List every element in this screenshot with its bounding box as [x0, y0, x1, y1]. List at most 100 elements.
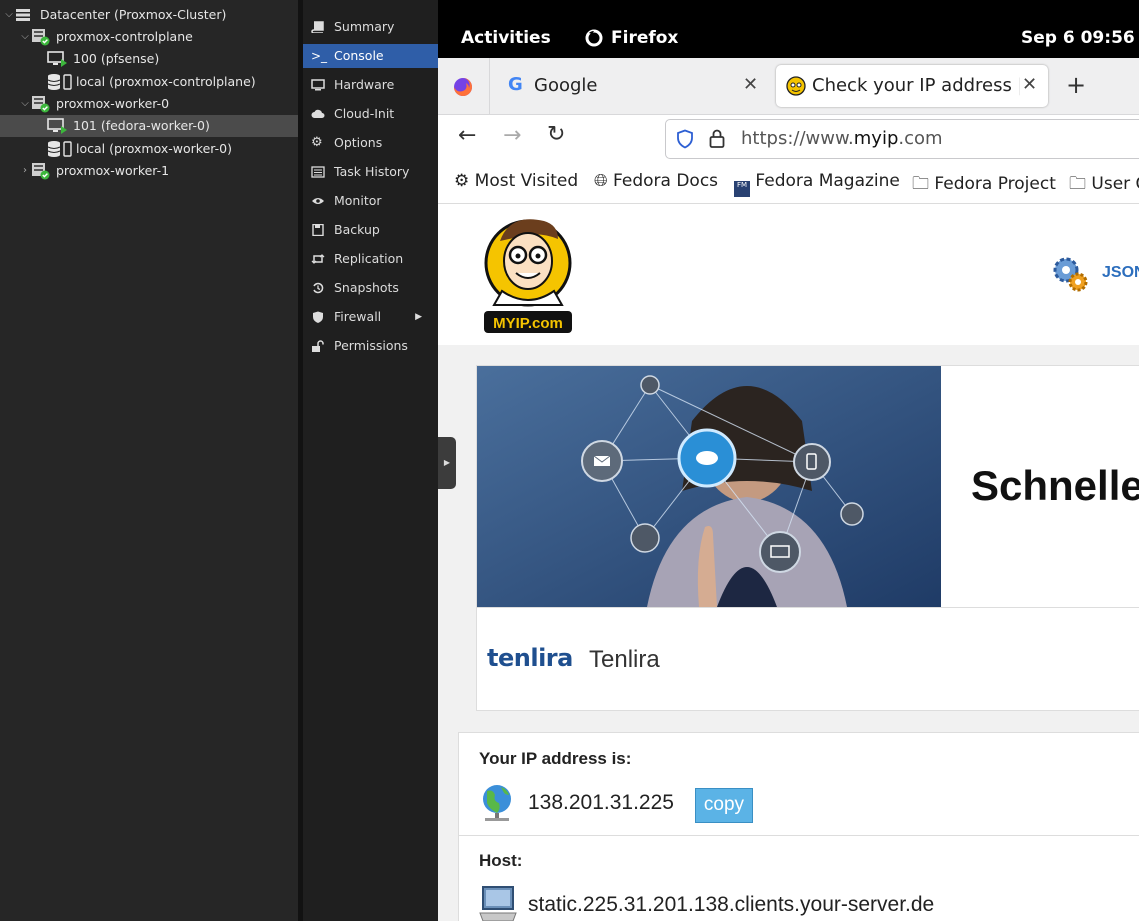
- datacenter-icon: [16, 9, 30, 21]
- bookmark-fedora-docs[interactable]: 🌐︎ Fedora Docs: [594, 171, 718, 191]
- tracking-protection-shield-icon[interactable]: [676, 129, 694, 149]
- folder-icon: 🗀: [912, 174, 929, 194]
- node-online-icon: [32, 29, 50, 46]
- tree-item-node-worker-0[interactable]: ⌵ proxmox-worker-0: [0, 93, 298, 115]
- vm-running-icon: [47, 51, 67, 67]
- gear-icon: ⚙: [311, 135, 323, 150]
- firefox-view-button[interactable]: [438, 58, 490, 114]
- bookmarks-toolbar: ⚙ Most Visited 🌐︎ Fedora Docs FM Fedora …: [438, 163, 1139, 204]
- folder-icon: 🗀: [1069, 174, 1086, 194]
- chevron-down-icon[interactable]: ⌵: [19, 26, 31, 48]
- tab-google[interactable]: G Google ✕: [498, 65, 768, 107]
- tree-item-vm-100[interactable]: 100 (pfsense): [0, 48, 298, 70]
- page-content: MYIP.com JSON: [438, 204, 1139, 921]
- tree-item-label: proxmox-controlplane: [56, 29, 193, 44]
- nav-item-monitor[interactable]: Monitor: [303, 189, 438, 213]
- tree-item-node-controlplane[interactable]: ⌵ proxmox-controlplane: [0, 26, 298, 48]
- nav-item-console[interactable]: >_ Console: [303, 44, 438, 68]
- bookmark-most-visited[interactable]: ⚙ Most Visited: [454, 171, 578, 191]
- nav-item-cloud-init[interactable]: Cloud-Init: [303, 102, 438, 126]
- close-icon[interactable]: ✕: [743, 74, 758, 95]
- forward-button[interactable]: →: [503, 123, 521, 148]
- host-label: Host:: [479, 851, 523, 870]
- chevron-down-icon[interactable]: ⌵: [19, 93, 31, 115]
- nav-item-replication[interactable]: Replication: [303, 247, 438, 271]
- lock-icon[interactable]: [709, 129, 725, 149]
- nav-item-task-history[interactable]: Task History: [303, 160, 438, 184]
- monitor-icon: [311, 79, 325, 91]
- chevron-right-icon: ▶: [415, 312, 422, 322]
- tree-item-storage-worker-0[interactable]: local (proxmox-worker-0): [0, 138, 298, 160]
- ad-banner[interactable]: Schnelle tenlira Tenlira: [476, 365, 1139, 711]
- svg-text:MYIP.com: MYIP.com: [493, 315, 563, 332]
- url-text: https://www.myip.com: [741, 128, 943, 149]
- globe-icon: 🌐︎: [594, 171, 608, 191]
- tree-item-datacenter[interactable]: ⌵ Datacenter (Proxmox-Cluster): [0, 4, 298, 26]
- storage-icon: [47, 74, 72, 90]
- computer-icon: [479, 886, 517, 921]
- tree-item-label: 101 (fedora-worker-0): [73, 118, 210, 133]
- copy-button[interactable]: copy: [695, 788, 753, 823]
- json-link[interactable]: JSON: [1102, 264, 1139, 282]
- cloud-icon: [311, 109, 325, 118]
- firefox-logo-icon: [454, 78, 472, 96]
- tree-item-label: 100 (pfsense): [73, 51, 160, 66]
- ip-label: Your IP address is:: [479, 749, 632, 768]
- nav-item-permissions[interactable]: Permissions: [303, 334, 438, 358]
- google-logo-icon: G: [508, 74, 523, 95]
- resource-tree: ⌵ Datacenter (Proxmox-Cluster) ⌵ proxmox…: [0, 0, 298, 921]
- storage-icon: [47, 141, 72, 157]
- bookmark-fedora-magazine[interactable]: FM Fedora Magazine: [734, 171, 900, 197]
- active-app-menu[interactable]: Firefox: [611, 28, 678, 48]
- nav-item-backup[interactable]: Backup: [303, 218, 438, 242]
- activities-button[interactable]: Activities: [461, 28, 551, 48]
- close-icon[interactable]: ✕: [1022, 74, 1038, 95]
- nav-item-firewall[interactable]: Firewall ▶: [303, 305, 438, 329]
- panel-collapse-handle[interactable]: ▶: [438, 437, 456, 489]
- node-online-icon: [32, 163, 50, 180]
- nav-item-hardware[interactable]: Hardware: [303, 73, 438, 97]
- tab-strip: G Google ✕ Check your IP address | My ✕ …: [438, 58, 1139, 115]
- tree-item-label: proxmox-worker-0: [56, 96, 170, 111]
- myip-logo[interactable]: MYIP.com: [480, 211, 576, 337]
- clock[interactable]: Sep 6 09:56: [1021, 28, 1135, 48]
- bookmark-user-folder[interactable]: 🗀 User C: [1069, 171, 1139, 200]
- tree-item-vm-101[interactable]: 101 (fedora-worker-0): [0, 115, 298, 137]
- tree-item-node-worker-1[interactable]: › proxmox-worker-1: [0, 160, 298, 182]
- host-value[interactable]: static.225.31.201.138.clients.your-serve…: [528, 893, 934, 917]
- vm-console-screen[interactable]: Activities Firefox Sep 6 09:56 G Google …: [438, 0, 1139, 921]
- settings-gears-icon: [1053, 257, 1088, 292]
- chevron-right-icon[interactable]: ›: [19, 160, 31, 182]
- nav-item-summary[interactable]: Summary: [303, 15, 438, 39]
- fedora-magazine-icon: FM: [734, 181, 750, 197]
- ip-value[interactable]: 138.201.31.225: [528, 791, 674, 815]
- tree-item-storage-controlplane[interactable]: local (proxmox-controlplane): [0, 71, 298, 93]
- back-button[interactable]: ←: [458, 123, 476, 148]
- divider: [477, 607, 1139, 608]
- ad-image: [477, 366, 941, 607]
- tree-item-label: local (proxmox-worker-0): [76, 141, 232, 156]
- tree-item-label: proxmox-worker-1: [56, 163, 170, 178]
- eye-icon: [312, 198, 324, 204]
- firefox-icon: [585, 29, 603, 47]
- reload-button[interactable]: ↻: [547, 122, 565, 147]
- nav-item-options[interactable]: ⚙ Options: [303, 131, 438, 155]
- tenlira-logo: tenlira: [487, 644, 573, 672]
- url-bar[interactable]: https://www.myip.com: [665, 119, 1139, 159]
- book-icon: [311, 21, 324, 33]
- nav-item-snapshots[interactable]: Snapshots: [303, 276, 438, 300]
- ip-info-card: Your IP address is: 138.201.31.225 copy …: [458, 732, 1139, 921]
- chevron-down-icon[interactable]: ⌵: [3, 4, 15, 26]
- site-header: MYIP.com JSON: [438, 204, 1139, 345]
- tab-myip[interactable]: Check your IP address | My ✕: [776, 65, 1048, 107]
- ad-headline: Schnelle: [971, 462, 1139, 509]
- retweet-icon: [311, 254, 325, 264]
- new-tab-button[interactable]: +: [1066, 71, 1086, 99]
- gear-icon: ⚙: [454, 171, 470, 191]
- bookmark-fedora-project[interactable]: 🗀 Fedora Project: [912, 171, 1056, 200]
- tree-item-label: local (proxmox-controlplane): [76, 74, 256, 89]
- floppy-icon: [312, 224, 324, 236]
- ad-brand-name: Tenlira: [589, 646, 660, 673]
- myip-favicon-icon: [786, 76, 806, 96]
- shield-icon: [313, 311, 323, 323]
